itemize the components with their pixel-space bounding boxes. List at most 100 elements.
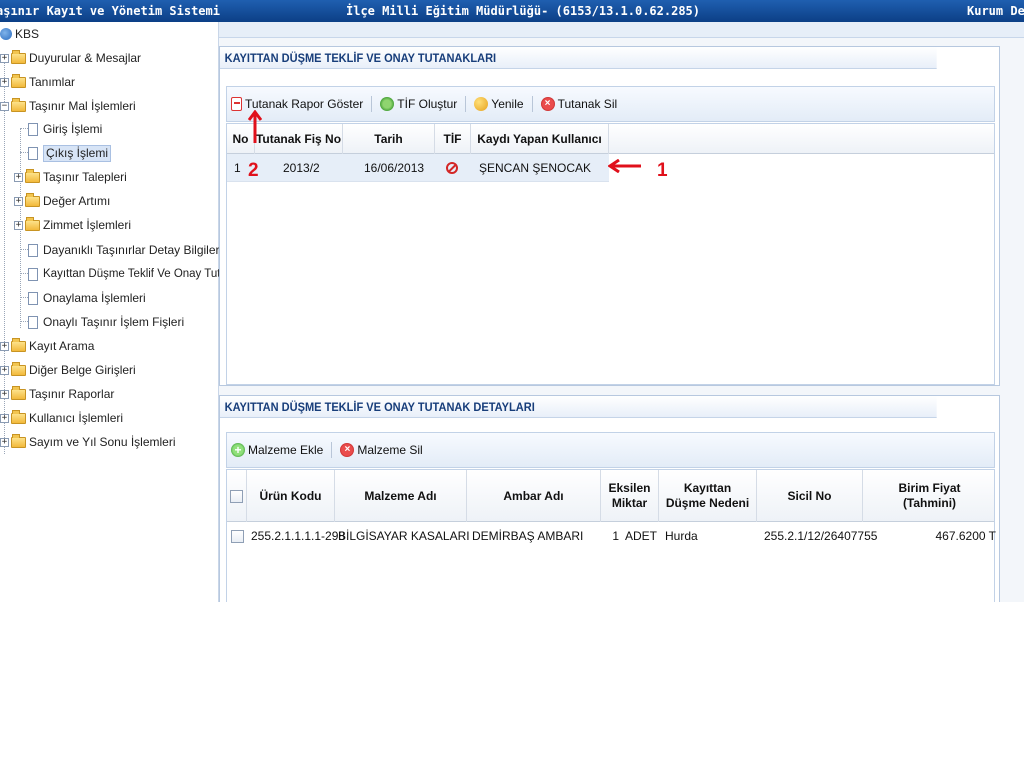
cell-kullanici: ŞENCAN ŞENOCAK bbox=[479, 160, 592, 175]
col-malzeme-adi[interactable]: Malzeme Adı bbox=[335, 470, 467, 522]
delete-material-button[interactable]: × Malzeme Sil bbox=[340, 443, 423, 457]
pdf-icon bbox=[231, 97, 242, 111]
tree-node-label: Taşınır Raporlar bbox=[29, 387, 115, 401]
add-material-button[interactable]: + Malzeme Ekle bbox=[231, 443, 323, 457]
table-row[interactable]: 255.2.1.1.1.1-298 BİLGİSAYAR KASALARI DE… bbox=[227, 522, 996, 550]
expand-icon[interactable]: + bbox=[14, 196, 23, 206]
cell-urun-kodu: 255.2.1.1.1.1-298 bbox=[251, 529, 346, 543]
title-bar: aşınır Kayıt ve Yönetim Sistemi İlçe Mil… bbox=[0, 0, 1024, 22]
expand-icon[interactable]: + bbox=[14, 220, 23, 230]
cell-tif bbox=[446, 154, 458, 181]
expand-icon[interactable]: + bbox=[14, 172, 23, 182]
main-content: KAYITTAN DÜŞME TEKLİF VE ONAY TUTANAKLAR… bbox=[219, 38, 1024, 602]
tree-node-label: Onaylı Taşınır İşlem Fişleri bbox=[43, 315, 185, 329]
no-tif-icon bbox=[446, 161, 458, 174]
row-checkbox[interactable] bbox=[231, 529, 244, 543]
select-all-checkbox[interactable] bbox=[230, 489, 243, 503]
tree-node-zimmet[interactable]: + Zimmet İşlemleri bbox=[14, 216, 131, 234]
tree-node-cikis[interactable]: Çıkış İşlemi bbox=[28, 144, 112, 162]
tree-node-deger-artimi[interactable]: + Değer Artımı bbox=[14, 192, 110, 210]
folder-icon bbox=[25, 192, 40, 207]
tree-branch bbox=[20, 297, 28, 298]
table-row[interactable]: 1 2013/2 16/06/2013 ŞENCAN ŞENOCAK bbox=[227, 154, 609, 182]
tree-node-onayli-fisler[interactable]: Onaylı Taşınır İşlem Fişleri bbox=[28, 313, 184, 331]
col-tif[interactable]: TİF bbox=[435, 124, 471, 154]
col-tarih[interactable]: Tarih bbox=[343, 124, 435, 154]
col-urun-kodu[interactable]: Ürün Kodu bbox=[247, 470, 335, 522]
page-icon bbox=[28, 122, 38, 136]
tree-node-onaylama[interactable]: Onaylama İşlemleri bbox=[28, 289, 146, 307]
folder-icon bbox=[11, 361, 26, 376]
col-neden-line1: Kayıttan bbox=[683, 481, 732, 495]
globe-icon bbox=[0, 28, 12, 40]
tree-branch bbox=[20, 273, 28, 274]
tree-root[interactable]: KBS bbox=[0, 25, 39, 43]
annotation-number-1: 1 bbox=[657, 160, 668, 181]
col-dusme-nedeni[interactable]: Kayıttan Düşme Nedeni bbox=[659, 470, 757, 522]
tree-node-tanimlar[interactable]: + Tanımlar bbox=[0, 73, 75, 91]
tutanak-detay-panel: KAYITTAN DÜŞME TEKLİF VE ONAY TUTANAK DE… bbox=[219, 395, 1000, 602]
tree-node-diger-belge[interactable]: + Diğer Belge Girişleri bbox=[0, 361, 136, 379]
col-birim-fiyat[interactable]: Birim Fiyat (Tahmini) bbox=[863, 470, 996, 522]
folder-icon bbox=[11, 409, 26, 424]
cell-malzeme-adi: BİLGİSAYAR KASALARI bbox=[338, 529, 470, 543]
folder-open-icon bbox=[11, 97, 26, 112]
panel-title: KAYITTAN DÜŞME TEKLİF VE ONAY TUTANAKLAR… bbox=[220, 47, 937, 69]
col-eksilen-line1: Eksilen bbox=[608, 481, 651, 495]
tree-node-label: Duyurular & Mesajlar bbox=[29, 51, 142, 65]
col-eksilen-miktar[interactable]: Eksilen Miktar bbox=[601, 470, 659, 522]
tree-node-sayim[interactable]: + Sayım ve Yıl Sonu İşlemleri bbox=[0, 433, 176, 451]
add-icon: + bbox=[231, 443, 245, 457]
tree-node-kayittan-dusme[interactable]: Kayıttan Düşme Teklif Ve Onay Tutanağı bbox=[28, 265, 249, 283]
tree-node-label: Sayım ve Yıl Sonu İşlemleri bbox=[29, 435, 176, 449]
tree-node-duyurular[interactable]: + Duyurular & Mesajlar bbox=[0, 49, 141, 67]
tree-node-tasinir-mal[interactable]: − Taşınır Mal İşlemleri bbox=[0, 97, 136, 115]
tree-node-dayanikli[interactable]: Dayanıklı Taşınırlar Detay Bilgileri bbox=[28, 241, 222, 259]
tree-node-kullanici[interactable]: + Kullanıcı İşlemleri bbox=[0, 409, 123, 427]
tree-node-label: Diğer Belge Girişleri bbox=[29, 363, 136, 377]
refresh-button[interactable]: Yenile bbox=[474, 97, 524, 111]
folder-icon bbox=[25, 216, 40, 231]
tree-branch bbox=[20, 249, 28, 250]
cell-sicil-no: 255.2.1/12/26407755 bbox=[764, 529, 878, 543]
col-fis-no[interactable]: Tutanak Fiş No bbox=[255, 124, 343, 154]
tif-create-button[interactable]: TİF Oluştur bbox=[380, 97, 457, 111]
tree-node-label: Dayanıklı Taşınırlar Detay Bilgileri bbox=[43, 243, 223, 257]
col-ambar-adi[interactable]: Ambar Adı bbox=[467, 470, 601, 522]
tree-node-giris[interactable]: Giriş İşlemi bbox=[28, 120, 102, 138]
col-kullanici[interactable]: Kaydı Yapan Kullanıcı bbox=[471, 124, 609, 154]
delete-tutanak-button[interactable]: × Tutanak Sil bbox=[540, 97, 617, 111]
refresh-icon bbox=[474, 97, 489, 111]
folder-icon bbox=[11, 49, 26, 64]
institution-menu[interactable]: Kurum De bbox=[967, 4, 1024, 18]
col-fiyat-line1: Birim Fiyat bbox=[898, 481, 961, 495]
detay-toolbar: + Malzeme Ekle × Malzeme Sil bbox=[226, 432, 995, 468]
tree-branch bbox=[20, 128, 28, 129]
expand-icon[interactable]: + bbox=[0, 365, 9, 375]
col-sicil-no[interactable]: Sicil No bbox=[757, 470, 863, 522]
tif-create-label: TİF Oluştur bbox=[397, 97, 458, 111]
folder-icon bbox=[11, 433, 26, 448]
add-material-label: Malzeme Ekle bbox=[248, 443, 324, 457]
expand-icon[interactable]: + bbox=[0, 389, 9, 399]
tutanaklar-panel: KAYITTAN DÜŞME TEKLİF VE ONAY TUTANAKLAR… bbox=[219, 46, 1000, 386]
grid-header: No Tutanak Fiş No Tarih TİF Kaydı Yapan … bbox=[227, 124, 994, 154]
expand-icon[interactable]: + bbox=[0, 341, 9, 351]
app-window: aşınır Kayıt ve Yönetim Sistemi İlçe Mil… bbox=[0, 0, 1024, 602]
grid-header: Ürün Kodu Malzeme Adı Ambar Adı Eksilen … bbox=[227, 470, 994, 522]
report-button-label: Tutanak Rapor Göster bbox=[245, 97, 364, 111]
delete-icon: × bbox=[540, 97, 555, 111]
expand-icon[interactable]: + bbox=[0, 53, 9, 63]
page-icon bbox=[28, 146, 38, 160]
collapse-icon[interactable]: − bbox=[0, 101, 9, 111]
tree-node-label: Değer Artımı bbox=[43, 194, 111, 208]
tree-node-kayit-arama[interactable]: + Kayıt Arama bbox=[0, 337, 94, 355]
tree-node-label: Giriş İşlemi bbox=[43, 122, 103, 136]
report-button[interactable]: Tutanak Rapor Göster bbox=[231, 97, 363, 111]
expand-icon[interactable]: + bbox=[0, 77, 9, 87]
tree-node-talepler[interactable]: + Taşınır Talepleri bbox=[14, 168, 127, 186]
expand-icon[interactable]: + bbox=[0, 413, 9, 423]
tree-node-raporlar[interactable]: + Taşınır Raporlar bbox=[0, 385, 114, 403]
navigation-tree: KBS + Duyurular & Mesajlar + Tanımlar − … bbox=[0, 22, 249, 602]
expand-icon[interactable]: + bbox=[0, 437, 9, 447]
